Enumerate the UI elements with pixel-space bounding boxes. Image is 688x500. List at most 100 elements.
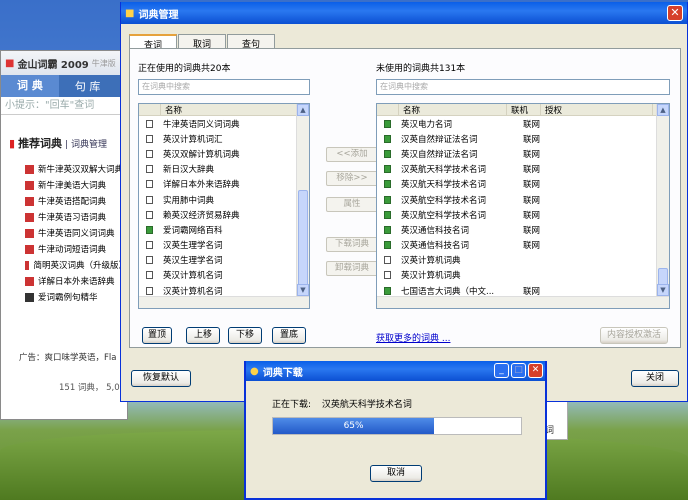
vertical-scrollbar[interactable]: ▲ ▼ bbox=[296, 104, 309, 296]
scroll-thumb[interactable] bbox=[298, 190, 308, 288]
list-item[interactable]: 详解日本外来语辞典 bbox=[139, 177, 309, 192]
list-item[interactable]: 新牛津美语大词典 bbox=[25, 177, 127, 193]
add-button[interactable]: <<添加 bbox=[326, 147, 378, 162]
list-item[interactable]: 实用肺中词典 bbox=[139, 192, 309, 207]
list-item[interactable]: 汉英计算机词典 bbox=[377, 253, 669, 268]
list-item[interactable]: 汉英航空科学技术名词 联网 bbox=[377, 192, 669, 207]
list-item[interactable]: 新日汉大辞典 bbox=[139, 162, 309, 177]
list-item[interactable]: 牛津英语同义词词典 bbox=[139, 116, 309, 131]
doc-icon bbox=[146, 119, 153, 128]
doc-icon bbox=[146, 210, 153, 219]
move-down-button[interactable]: 下移 bbox=[228, 327, 262, 344]
list-item[interactable]: 爱词霸网络百科 bbox=[139, 222, 309, 237]
minimize-icon[interactable]: _ bbox=[494, 363, 509, 378]
downloading-row: 正在下载: 汉英航天科学技术名词 bbox=[272, 397, 412, 410]
used-search-input[interactable]: 在词典中搜索 bbox=[138, 79, 310, 95]
remove-button[interactable]: 移除>> bbox=[326, 171, 378, 186]
app-logo-icon: ■ bbox=[125, 7, 135, 19]
net-icon bbox=[384, 180, 391, 189]
tab-sentences[interactable]: 句 库 bbox=[59, 78, 117, 94]
dict-icon bbox=[25, 292, 34, 302]
list-item[interactable]: 牛津英语同义词词典 bbox=[25, 225, 127, 241]
properties-button[interactable]: 属性 bbox=[326, 197, 378, 212]
list-item[interactable]: 英汉双解计算机词典 bbox=[139, 146, 309, 161]
list-item[interactable]: 英汉通信科技名词 联网 bbox=[377, 222, 669, 237]
ad-text[interactable]: 广告：爽口味学英语，Fla bbox=[19, 351, 116, 363]
scroll-down-icon[interactable]: ▼ bbox=[657, 284, 669, 296]
close-icon[interactable]: ✕ bbox=[667, 5, 683, 21]
list-item[interactable]: 爱词霸例句精华 bbox=[25, 289, 127, 305]
unused-dict-list[interactable]: 名称 联机 授权 英汉电力名词 联网 汉英自然辩证法名词 联网 英汉自然辩证法名词联… bbox=[376, 103, 670, 309]
book-icon: ▮ bbox=[9, 136, 16, 150]
net-icon bbox=[384, 210, 391, 219]
net-icon bbox=[384, 195, 391, 204]
list-item[interactable]: 牛津英语习语词典 bbox=[25, 209, 127, 225]
list-item[interactable]: 简明英汉词典（升级版） bbox=[25, 257, 127, 273]
used-dict-list[interactable]: 名称 牛津英语同义词词典 英汉计算机词汇 英汉双解计算机词典 新日汉大辞典 详解… bbox=[138, 103, 310, 309]
scroll-up-icon[interactable]: ▲ bbox=[657, 104, 669, 116]
list-item[interactable]: 英汉生理学名词 bbox=[139, 253, 309, 268]
list-item[interactable]: 汉英自然辩证法名词 联网 bbox=[377, 131, 669, 146]
net-icon bbox=[384, 165, 391, 174]
list-item[interactable]: 英汉计算机名词 bbox=[139, 268, 309, 283]
unused-search-input[interactable]: 在词典中搜索 bbox=[376, 79, 670, 95]
list-item[interactable]: 牛津动词短语词典 bbox=[25, 241, 127, 257]
col-name[interactable]: 名称 bbox=[161, 104, 297, 116]
list-item[interactable]: 汉英通信科技名词 联网 bbox=[377, 238, 669, 253]
download-dict-button[interactable]: 下载词典 bbox=[326, 237, 378, 252]
app-logo-icon: ● bbox=[250, 365, 259, 377]
move-bottom-button[interactable]: 置底 bbox=[272, 327, 306, 344]
maximize-icon: □ bbox=[511, 363, 526, 378]
list-item[interactable]: 汉英生理学名词 bbox=[139, 238, 309, 253]
list-item[interactable]: 汉英航天科学技术名词 联网 bbox=[377, 162, 669, 177]
horizontal-scrollbar[interactable] bbox=[377, 296, 669, 308]
horizontal-scrollbar[interactable] bbox=[139, 296, 309, 308]
app-edition: 牛津版 bbox=[91, 58, 116, 68]
list-item[interactable]: 牛津英语搭配词典 bbox=[25, 193, 127, 209]
dict-icon bbox=[25, 260, 30, 270]
list-item[interactable]: 英汉电力名词 联网 bbox=[377, 116, 669, 131]
list-item[interactable]: 详解日本外来语辞典 bbox=[25, 273, 127, 289]
doc-icon bbox=[146, 180, 153, 189]
list-item[interactable]: 新牛津英汉双解大词典 bbox=[25, 161, 127, 177]
list-header: 名称 联机 授权 bbox=[377, 104, 669, 116]
main-tabs: 词 典 句 库 bbox=[1, 75, 127, 97]
cancel-button[interactable]: 取消 bbox=[370, 465, 422, 482]
col-auth[interactable]: 授权 bbox=[541, 104, 653, 116]
vertical-scrollbar[interactable]: ▲ ▼ bbox=[656, 104, 669, 296]
move-up-button[interactable]: 上移 bbox=[186, 327, 220, 344]
dictionary-manager-dialog: ■ 词典管理 ✕ 查词 取词 查句 正在使用的词典共20本 未使用的词典共131… bbox=[120, 2, 688, 402]
list-item[interactable]: 英汉航天科学技术名词 联网 bbox=[377, 177, 669, 192]
recommend-list: 新牛津英汉双解大词典 新牛津美语大词典 牛津英语搭配词典 牛津英语习语词典 牛津… bbox=[1, 161, 127, 305]
manage-dict-link[interactable]: | 词典管理 bbox=[65, 137, 107, 150]
dict-icon bbox=[25, 164, 34, 174]
recommend-title: 推荐词典 bbox=[18, 137, 63, 150]
list-item[interactable]: 英汉航空科学技术名词 联网 bbox=[377, 207, 669, 222]
dialog-titlebar: ■ 词典管理 bbox=[121, 2, 687, 24]
main-app-titlebar: ■ 金山词霸 2009 牛津版 bbox=[1, 51, 127, 75]
downloading-label: 正在下载: bbox=[272, 400, 312, 410]
uninstall-dict-button[interactable]: 卸载词典 bbox=[326, 261, 378, 276]
more-dicts-link[interactable]: 获取更多的词典 ... bbox=[376, 331, 450, 344]
col-name[interactable]: 名称 bbox=[399, 104, 507, 116]
list-item[interactable]: 英汉自然辩证法名词 联网 bbox=[377, 146, 669, 161]
close-button[interactable]: 关闭 bbox=[631, 370, 679, 387]
dict-icon bbox=[25, 244, 34, 254]
col-net[interactable]: 联机 bbox=[507, 104, 541, 116]
list-item[interactable]: 英汉计算机词典 bbox=[377, 268, 669, 283]
tab-dictionary[interactable]: 词 典 bbox=[1, 75, 59, 97]
net-icon bbox=[384, 225, 391, 234]
search-hint[interactable]: 小提示："回车"查词 bbox=[1, 97, 127, 115]
move-top-button[interactable]: 置顶 bbox=[142, 327, 172, 344]
dialog-title: 词典管理 bbox=[138, 9, 179, 21]
dict-icon bbox=[25, 228, 34, 238]
auth-activate-button[interactable]: 内容授权激活 bbox=[600, 327, 668, 344]
progress-fill: 65% bbox=[273, 418, 435, 434]
used-count-label: 正在使用的词典共20本 bbox=[138, 64, 231, 74]
scroll-up-icon[interactable]: ▲ bbox=[297, 104, 309, 116]
close-icon[interactable]: ✕ bbox=[528, 363, 543, 378]
scroll-down-icon[interactable]: ▼ bbox=[297, 284, 309, 296]
list-item[interactable]: 英汉计算机词汇 bbox=[139, 131, 309, 146]
restore-default-button[interactable]: 恢复默认 bbox=[131, 370, 191, 387]
list-item[interactable]: 赖英汉经济贸易辞典 bbox=[139, 207, 309, 222]
